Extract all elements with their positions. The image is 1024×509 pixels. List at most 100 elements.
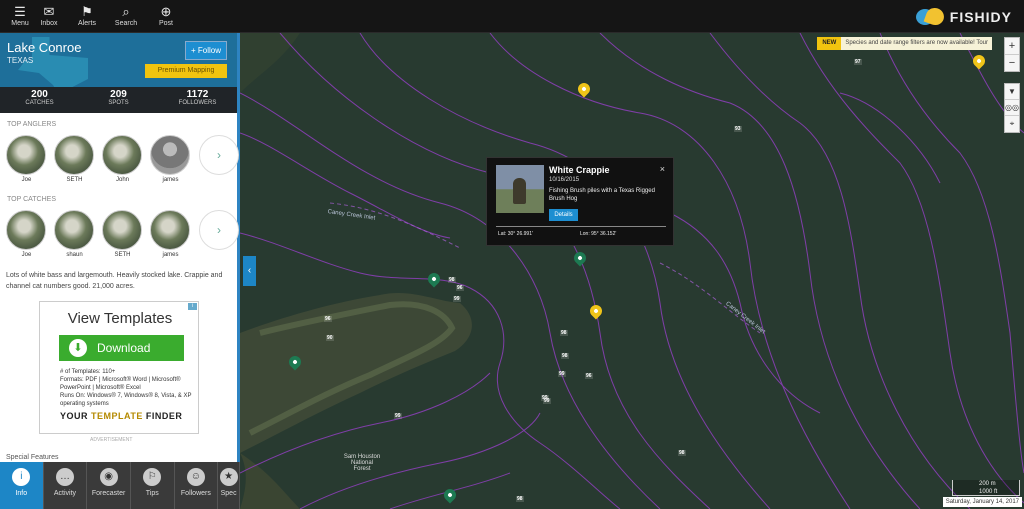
- tips-icon: ⚐: [143, 468, 162, 486]
- tab-tips[interactable]: ⚐ Tips: [131, 462, 175, 509]
- map-spot-marker[interactable]: 98: [561, 353, 569, 359]
- tab-label: Followers: [180, 490, 211, 497]
- avatar: [150, 135, 190, 175]
- stat-value: 1172: [186, 89, 209, 100]
- filter-icon[interactable]: ▼: [1005, 84, 1019, 100]
- zoom-controls: + −: [1004, 37, 1020, 72]
- ad-brand-part: FINDER: [142, 411, 183, 421]
- more-anglers-button[interactable]: ›: [199, 135, 239, 175]
- catch-name: Joe: [21, 252, 32, 258]
- stat-followers[interactable]: 1172 FOLLOWERS: [158, 87, 237, 113]
- catch-photo[interactable]: [496, 165, 544, 213]
- post-button[interactable]: ⊕ Post: [146, 4, 186, 27]
- avatar: [102, 210, 142, 250]
- avatar: [102, 135, 142, 175]
- details-button[interactable]: Details: [549, 209, 578, 221]
- tab-label: Activity: [53, 490, 77, 497]
- zoom-out-button[interactable]: −: [1005, 55, 1019, 71]
- binoculars-icon[interactable]: ◎◎: [1005, 100, 1019, 116]
- tab-label: Spec: [220, 490, 237, 497]
- top-anglers-title: TOP ANGLERS: [7, 121, 57, 128]
- tab-forecaster[interactable]: ◉ Forecaster: [87, 462, 131, 509]
- angler-avatar[interactable]: SETH: [54, 135, 95, 183]
- map-spot-marker[interactable]: 96: [585, 373, 593, 379]
- avatar: [54, 135, 94, 175]
- map-spot-marker[interactable]: 99: [394, 413, 402, 419]
- lake-map[interactable]: Caney Creek Inlet Caney Creek Inlet Sam …: [240, 33, 1024, 509]
- followers-icon: ☺: [186, 468, 205, 486]
- tab-followers[interactable]: ☺ Followers: [175, 462, 219, 509]
- search-label: Search: [114, 20, 138, 27]
- premium-mapping-button[interactable]: Premium Mapping: [145, 64, 227, 78]
- inbox-icon: ✉: [43, 4, 55, 19]
- map-spot-marker[interactable]: 97: [854, 59, 862, 65]
- zoom-in-button[interactable]: +: [1005, 38, 1019, 55]
- ad-download-label: Download: [97, 341, 151, 355]
- popup-date: 10/16/2015: [549, 177, 580, 183]
- follow-button[interactable]: + Follow: [185, 41, 227, 60]
- map-spot-marker[interactable]: 99: [558, 371, 566, 377]
- advertisement[interactable]: i View Templates ⬇ Download # of Templat…: [39, 301, 199, 434]
- tab-species[interactable]: ★ Spec: [218, 462, 241, 509]
- angler-avatar[interactable]: Joe: [6, 135, 47, 183]
- inbox-label: Inbox: [40, 20, 58, 27]
- tab-label: Info: [15, 490, 28, 497]
- tab-label: Tips: [145, 490, 159, 497]
- stat-catches[interactable]: 200 CATCHES: [0, 87, 79, 113]
- tab-info[interactable]: i Info: [0, 462, 44, 509]
- stat-value: 200: [31, 89, 48, 100]
- popup-longitude: Lon: 95° 36.152': [580, 231, 617, 237]
- catch-avatar[interactable]: james: [150, 210, 191, 258]
- eye-icon: ◉: [99, 468, 118, 486]
- tab-label: Forecaster: [91, 490, 126, 497]
- alerts-button[interactable]: ⚑ Alerts: [67, 4, 107, 27]
- catch-name: SETH: [114, 252, 131, 258]
- ad-download-button[interactable]: ⬇ Download: [59, 335, 184, 361]
- catch-avatar[interactable]: Joe: [6, 210, 47, 258]
- map-spot-marker[interactable]: 98: [560, 330, 568, 336]
- angler-avatar[interactable]: james: [150, 135, 191, 183]
- stat-label: FOLLOWERS: [178, 100, 217, 106]
- alerts-label: Alerts: [78, 20, 96, 27]
- locate-icon[interactable]: ⌖: [1005, 116, 1019, 132]
- lake-name: Lake Conroe: [7, 40, 82, 55]
- map-spot-marker[interactable]: 98: [448, 277, 456, 283]
- stat-spots[interactable]: 209 SPOTS: [79, 87, 158, 113]
- avatar: [150, 210, 190, 250]
- lake-state: TEXAS: [7, 56, 34, 65]
- info-icon: i: [12, 468, 31, 486]
- map-spot-marker[interactable]: 96: [456, 285, 464, 291]
- map-spot-marker[interactable]: 96: [324, 316, 332, 322]
- collapse-sidebar-button[interactable]: ‹: [243, 256, 256, 286]
- catch-name: james: [162, 252, 179, 258]
- popup-divider: [496, 226, 666, 227]
- fishidy-logo[interactable]: FISHIDY: [915, 5, 1012, 28]
- tab-activity[interactable]: … Activity: [44, 462, 88, 509]
- chat-icon: …: [55, 468, 74, 486]
- post-label: Post: [158, 20, 173, 27]
- sidebar-tabs: i Info … Activity ◉ Forecaster ⚐ Tips ☺ Follo…: [0, 462, 241, 509]
- map-spot-marker[interactable]: 99: [543, 398, 551, 404]
- ad-line: Formats: PDF | Microsoft® Word | Microso…: [60, 377, 181, 391]
- close-icon[interactable]: ×: [660, 164, 665, 174]
- angler-avatar[interactable]: John: [102, 135, 143, 183]
- inbox-button[interactable]: ✉ Inbox: [29, 4, 69, 27]
- catch-avatar[interactable]: shaun: [54, 210, 95, 258]
- map-spot-marker[interactable]: 98: [678, 450, 686, 456]
- new-feature-notice[interactable]: NEW Species and date range filters are no…: [817, 37, 992, 50]
- map-spot-marker[interactable]: 98: [516, 496, 524, 502]
- map-spot-marker[interactable]: 99: [453, 296, 461, 302]
- lake-header: Lake Conroe TEXAS + Follow Premium Mappi…: [0, 33, 237, 87]
- ad-brand-logo: YOUR TEMPLATE FINDER: [60, 411, 182, 421]
- flag-icon: ⚑: [81, 4, 93, 19]
- stat-label: SPOTS: [108, 100, 129, 106]
- ad-line: Runs On: Windows® 7, Windows® 8, Vista, …: [60, 393, 192, 407]
- ad-choices-icon[interactable]: i: [188, 303, 197, 310]
- more-catches-button[interactable]: ›: [199, 210, 239, 250]
- top-anglers-list: Joe SETH John james ›: [6, 135, 239, 190]
- search-button[interactable]: ⌕ Search: [106, 4, 146, 27]
- catch-avatar[interactable]: SETH: [102, 210, 143, 258]
- map-spot-marker[interactable]: 93: [734, 126, 742, 132]
- download-arrow-icon: ⬇: [69, 339, 87, 357]
- map-spot-marker[interactable]: 90: [326, 335, 334, 341]
